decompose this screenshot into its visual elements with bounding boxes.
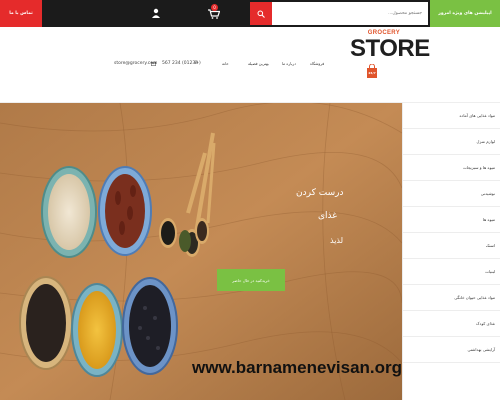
- sidebar-item-fruits[interactable]: میوه ها: [403, 207, 500, 233]
- watermark-text: www.barnamenevisan.org: [192, 358, 402, 377]
- sidebar-item-produce[interactable]: میوه ها و سبزیجات: [403, 155, 500, 181]
- cart-count-badge: 0: [211, 4, 218, 11]
- nav-item-contact[interactable]: خانه: [222, 61, 229, 66]
- shop-now-button[interactable]: خریدکنید در حال حاضر: [217, 269, 285, 291]
- nav-item-shop[interactable]: فروشگاه: [310, 61, 324, 66]
- contact-us-button[interactable]: تماس با ما: [0, 0, 42, 27]
- spices-banner-image: [0, 103, 402, 400]
- hero-subtitle-line-1: غذای: [318, 211, 337, 221]
- sidebar-item-snacks[interactable]: اسنک: [403, 233, 500, 259]
- search-icon: [257, 10, 265, 18]
- sidebar-item-drinks[interactable]: نوشیدنی: [403, 181, 500, 207]
- sidebar-item-household[interactable]: لوازم منزل: [403, 129, 500, 155]
- category-sidebar: مواد غذایی های آماده لوازم منزل میوه ها …: [402, 103, 500, 400]
- store-logo[interactable]: GROCERY STORE 24/7: [342, 30, 430, 88]
- top-bar: تماس با ما 0 اپیلیشن های ویژه امروز: [0, 0, 500, 27]
- logo-bag-label: 24/7: [368, 71, 376, 75]
- daily-offers-button[interactable]: اپیلیشن های ویژه امروز: [430, 0, 500, 27]
- hero-subtitle-line-2: لذیذ: [330, 236, 344, 245]
- hero-banner: درست کردن غذای لذیذ خریدکنید در حال حاضر…: [0, 103, 402, 400]
- phone-icon: ✆: [194, 60, 199, 66]
- nav-item-about[interactable]: درباره ما: [282, 61, 296, 66]
- nav-item-best[interactable]: بهترین فضیله: [248, 61, 269, 66]
- user-icon[interactable]: [151, 8, 161, 18]
- sidebar-item-pet-food[interactable]: مواد غذایی حیوان خانگی: [403, 285, 500, 311]
- main-nav: خانه بهترین فضیله درباره ما فروشگاه: [218, 61, 328, 69]
- cart-button[interactable]: 0: [208, 4, 224, 22]
- sidebar-item-cosmetics[interactable]: آرایشی بهداشتی: [403, 337, 500, 363]
- sidebar-item-baby-food[interactable]: غذای کودک: [403, 311, 500, 337]
- sidebar-item-dairy[interactable]: لبنیات: [403, 259, 500, 285]
- hero-title: درست کردن: [296, 188, 344, 198]
- search-input[interactable]: [272, 2, 428, 25]
- envelope-icon: [151, 62, 156, 66]
- sidebar-item-ready-food[interactable]: مواد غذایی های آماده: [403, 103, 500, 129]
- logo-title: STORE: [350, 35, 430, 62]
- search-button[interactable]: [250, 2, 272, 25]
